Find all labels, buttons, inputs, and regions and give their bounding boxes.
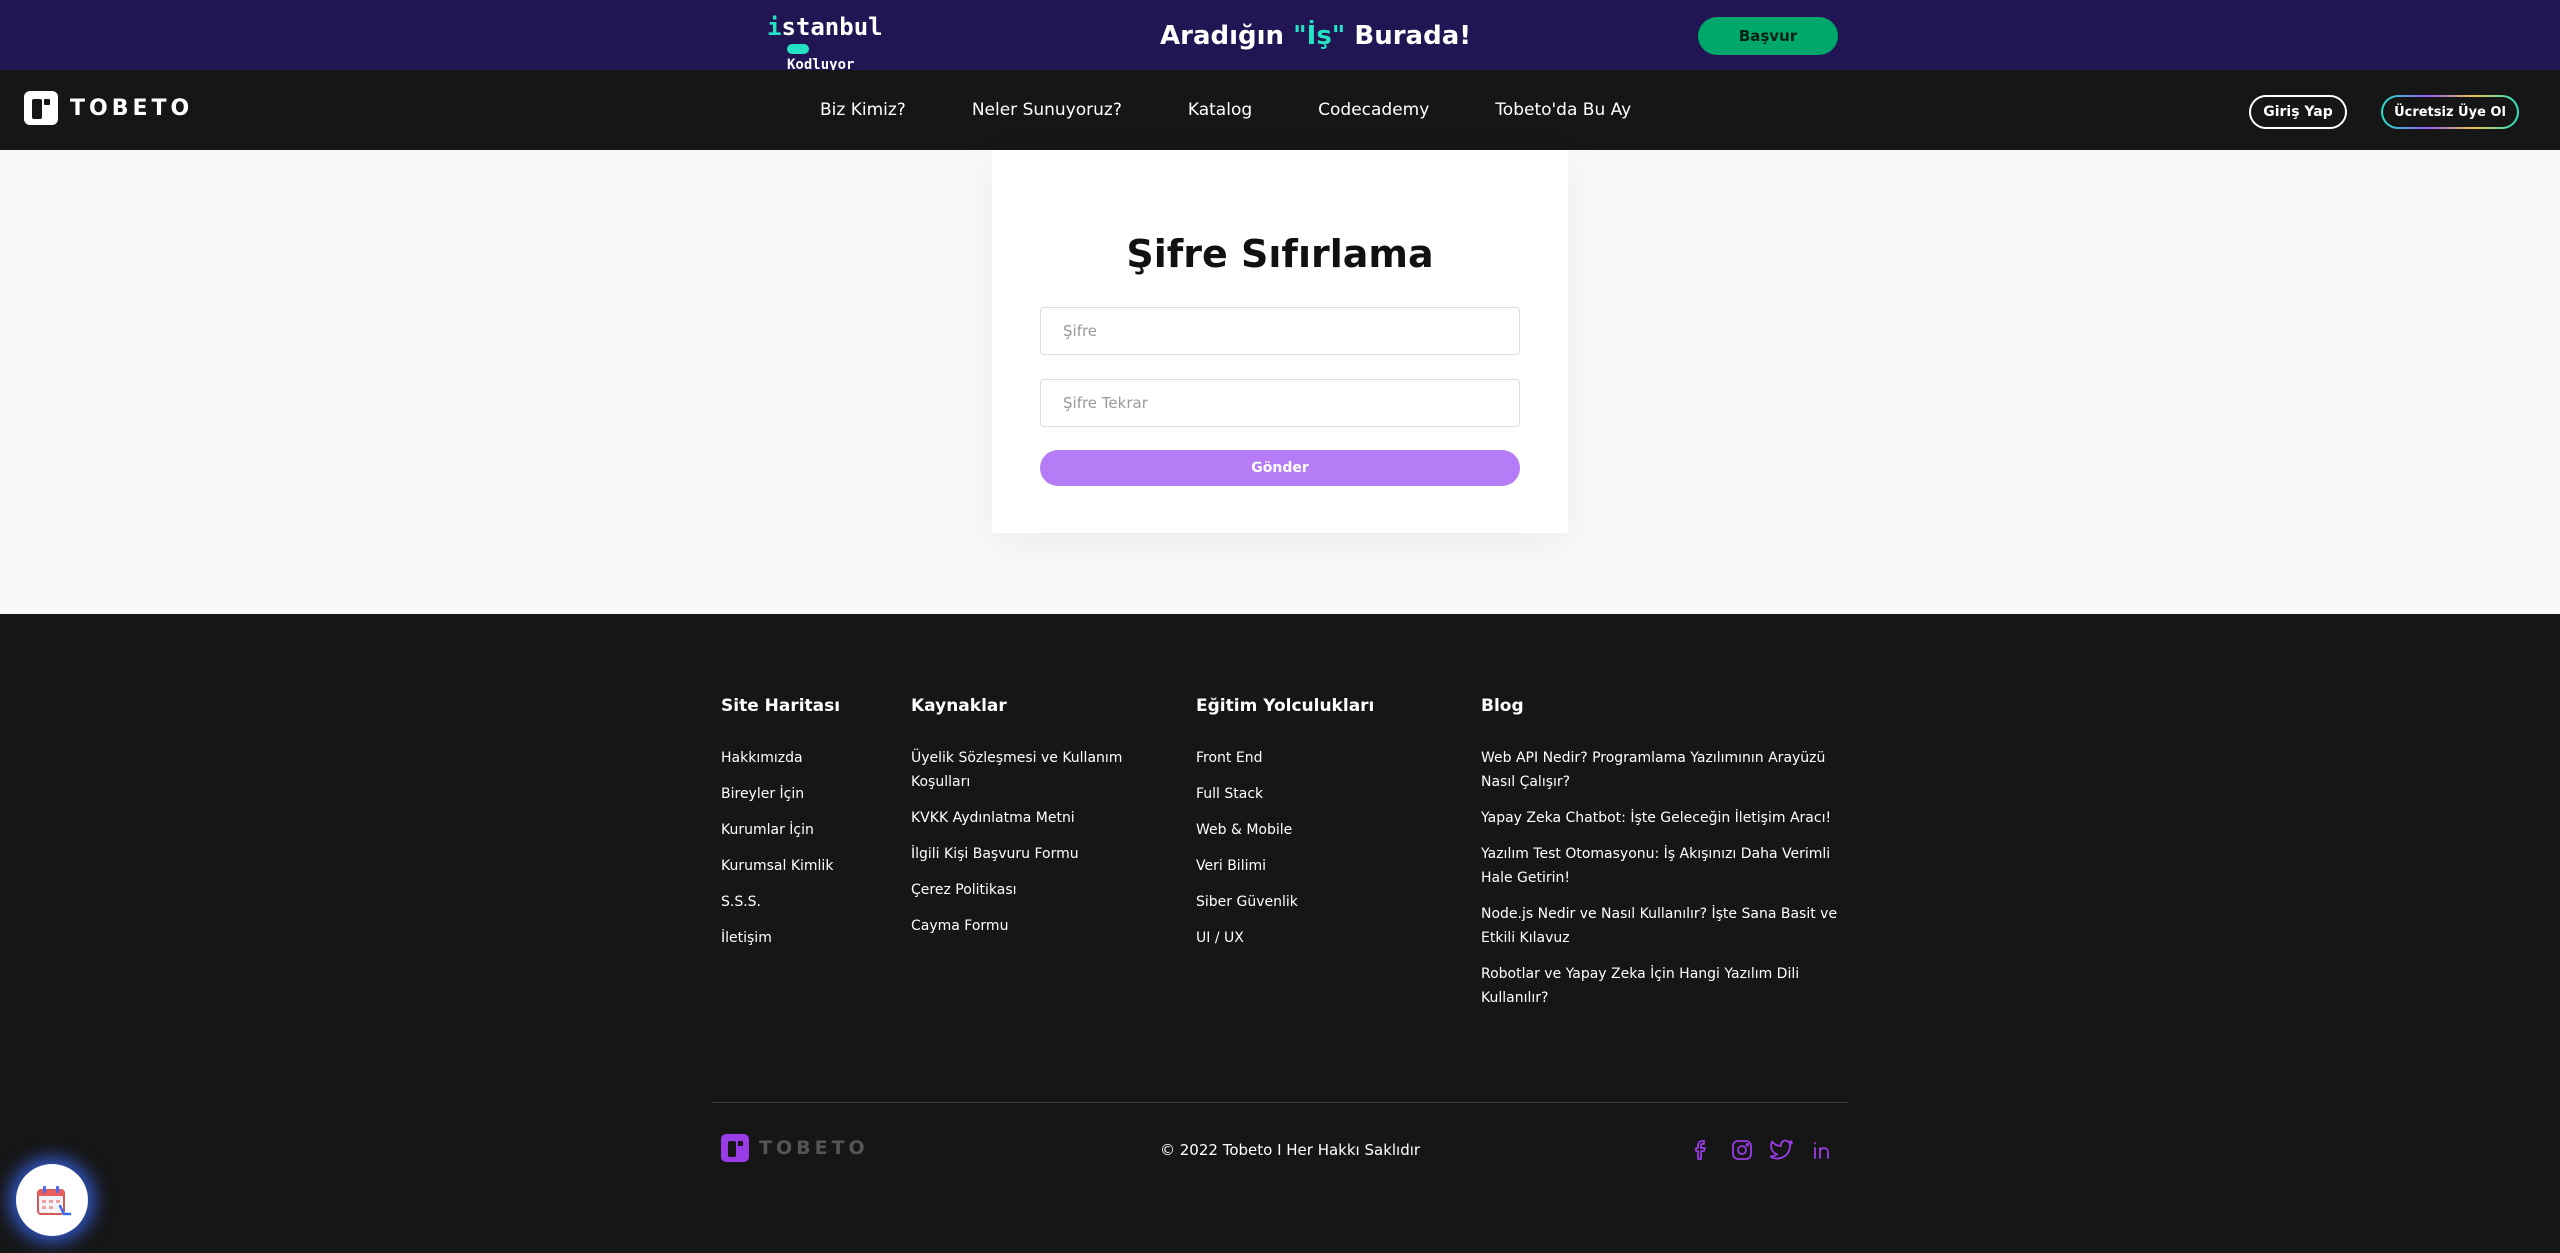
copyright-text: © 2022 Tobeto I Her Hakkı Saklıdır [1160,1141,1421,1159]
social-links [1690,1138,1834,1162]
footer-link[interactable]: İlgili Kişi Başvuru Formu [911,842,1141,866]
instagram-icon[interactable] [1730,1138,1754,1162]
footer-link[interactable]: UI / UX [1196,926,1396,950]
twitter-icon[interactable] [1769,1138,1794,1162]
nav-link-neler-sunuyoruz[interactable]: Neler Sunuyoruz? [972,100,1122,120]
password-repeat-input[interactable] [1040,379,1520,427]
nav-link-biz-kimiz[interactable]: Biz Kimiz? [820,100,906,120]
login-button[interactable]: Giriş Yap [2249,95,2347,129]
footer-link[interactable]: Cayma Formu [911,914,1141,938]
banner-title: Aradığın "İş" Burada! [1160,14,1471,58]
footer-link[interactable]: Hakkımızda [721,746,891,770]
footer-column-site-map: Site Haritası Hakkımızda Bireyler İçin K… [721,696,891,962]
logo-line2: Kodluyor [787,41,877,73]
password-reset-card: Şifre Sıfırlama Gönder [992,150,1568,533]
password-input[interactable] [1040,307,1520,355]
footer-link[interactable]: KVKK Aydınlatma Metni [911,806,1141,830]
footer-link[interactable]: Web API Nedir? Programlama Yazılımının A… [1481,746,1841,794]
footer-link[interactable]: Kurumsal Kimlik [721,854,891,878]
footer-logo[interactable]: TOBETO [721,1134,869,1162]
footer-column-title: Site Haritası [721,696,841,716]
tobeto-logo-text: TOBETO [70,95,194,121]
footer-link[interactable]: Kurumlar İçin [721,818,891,842]
banner-title-highlight: "İş" [1293,21,1346,51]
nav-link-katalog[interactable]: Katalog [1188,100,1252,120]
footer-link[interactable]: Robotlar ve Yapay Zeka İçin Hangi Yazılı… [1481,962,1841,1010]
footer-link[interactable]: Çerez Politikası [911,878,1141,902]
signup-button[interactable]: Ücretsiz Üye Ol [2381,95,2519,129]
banner-title-part2: Burada! [1345,21,1472,51]
footer-divider [711,1102,1849,1103]
footer-logo-icon [721,1134,749,1162]
footer-logo-text: TOBETO [759,1137,869,1159]
footer-link[interactable]: Üyelik Sözleşmesi ve Kullanım Koşulları [911,746,1141,794]
nav-link-tobetoda-bu-ay[interactable]: Tobeto'da Bu Ay [1495,100,1631,120]
logo-bar-shape [787,44,809,54]
main-nav: TOBETO Biz Kimiz? Neler Sunuyoruz? Katal… [0,70,2560,150]
footer-link[interactable]: S.S.S. [721,890,891,914]
page-title: Şifre Sıfırlama [1126,232,1434,276]
footer-column-learning-paths: Eğitim Yolculukları Front End Full Stack… [1196,696,1396,962]
logo-line1: istanbul [767,13,883,41]
footer-link[interactable]: Front End [1196,746,1396,770]
top-banner: istanbul Kodluyor Aradığın "İş" Burada! … [0,0,2560,73]
footer-link[interactable]: Yapay Zeka Chatbot: İşte Geleceğin İleti… [1481,806,1841,830]
facebook-icon[interactable] [1690,1138,1714,1162]
footer-link[interactable]: Full Stack [1196,782,1396,806]
footer-link[interactable]: Veri Bilimi [1196,854,1396,878]
nav-links: Biz Kimiz? Neler Sunuyoruz? Katalog Code… [820,70,1631,150]
tobeto-logo-icon [24,91,58,125]
istanbul-kodluyor-logo[interactable]: istanbul Kodluyor [767,13,883,73]
calendar-widget-icon[interactable] [16,1164,88,1236]
footer-column-title: Blog [1481,696,1524,716]
footer-column-blog: Blog Web API Nedir? Programlama Yazılımı… [1481,696,1841,1022]
footer: Site Haritası Hakkımızda Bireyler İçin K… [0,614,2560,1253]
submit-button[interactable]: Gönder [1040,450,1520,486]
apply-button[interactable]: Başvur [1698,17,1838,55]
footer-link[interactable]: Siber Güvenlik [1196,890,1396,914]
logo-word: stanbul [781,13,883,41]
tobeto-logo[interactable]: TOBETO [24,90,193,126]
footer-column-resources: Kaynaklar Üyelik Sözleşmesi ve Kullanım … [911,696,1141,950]
footer-column-title: Kaynaklar [911,696,1007,716]
footer-column-title: Eğitim Yolculukları [1196,696,1375,716]
footer-link[interactable]: Web & Mobile [1196,818,1396,842]
footer-link[interactable]: İletişim [721,926,891,950]
footer-link[interactable]: Yazılım Test Otomasyonu: İş Akışınızı Da… [1481,842,1841,890]
footer-link[interactable]: Node.js Nedir ve Nasıl Kullanılır? İşte … [1481,902,1841,950]
footer-link[interactable]: Bireyler İçin [721,782,891,806]
nav-link-codecademy[interactable]: Codecademy [1318,100,1429,120]
logo-accent-letter: i [767,13,782,41]
banner-title-part1: Aradığın [1160,21,1294,51]
linkedin-icon[interactable] [1810,1138,1834,1162]
signup-button-label: Ücretsiz Üye Ol [2383,97,2517,127]
